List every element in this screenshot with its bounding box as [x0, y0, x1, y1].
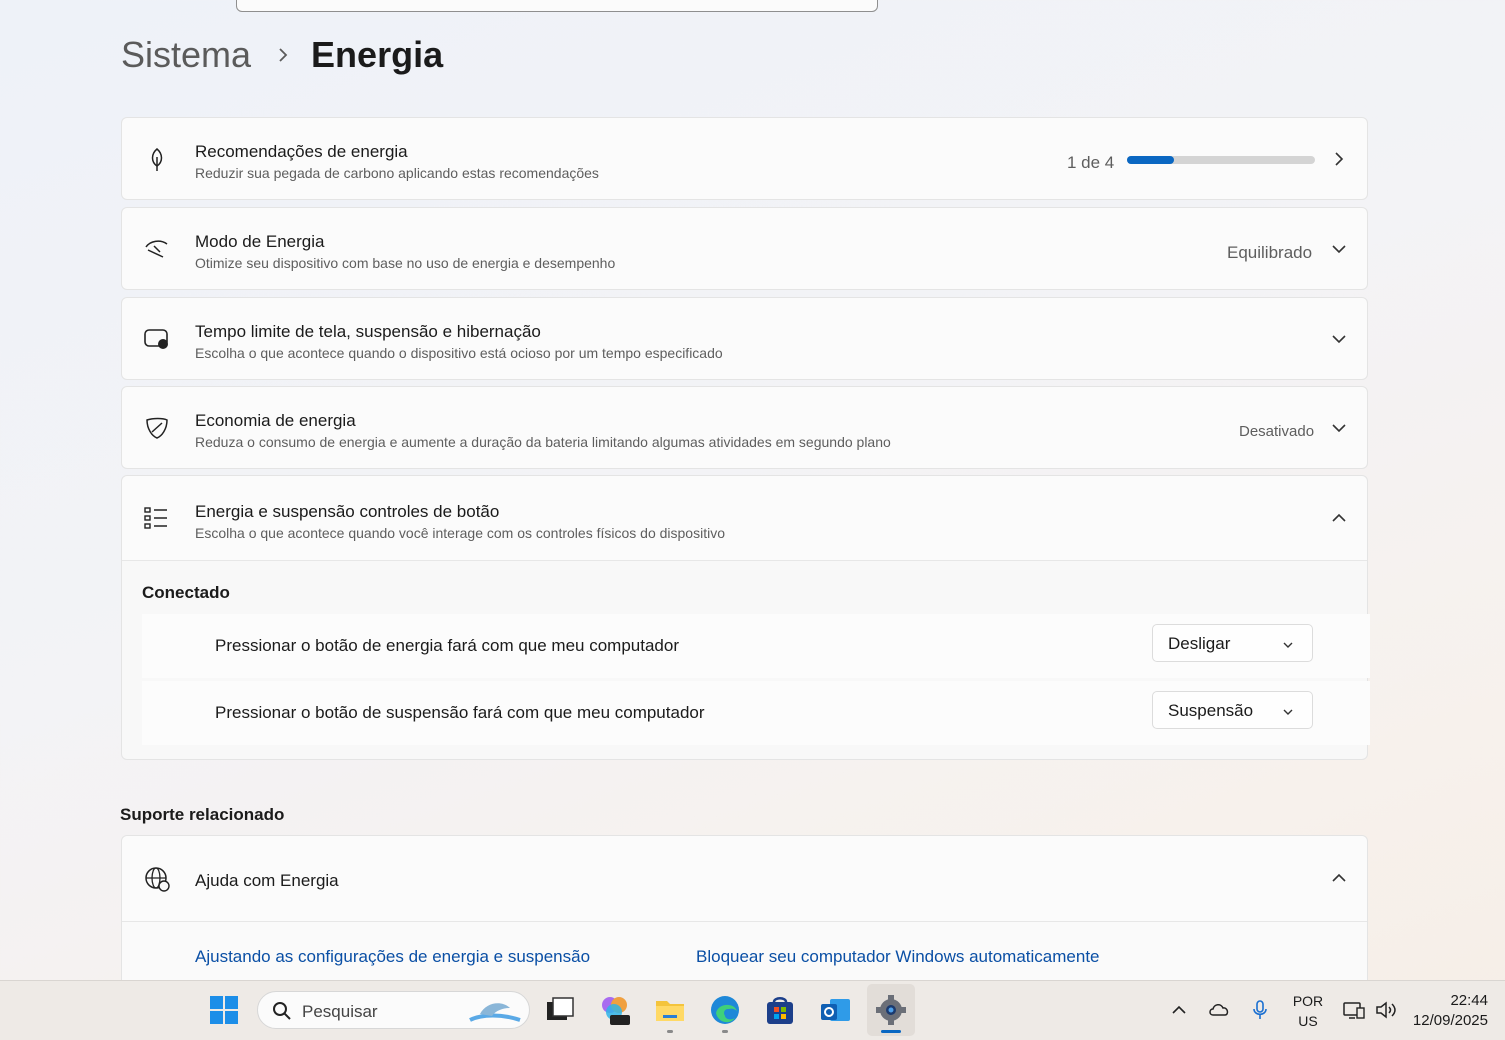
- search-placeholder: Pesquisar: [302, 1002, 378, 1021]
- help-link-power-settings[interactable]: Ajustando as configurações de energia e …: [195, 947, 590, 967]
- outlook-icon[interactable]: [818, 993, 852, 1027]
- chevron-down-icon: [1282, 638, 1294, 650]
- task-view-icon[interactable]: [543, 993, 577, 1027]
- card-subtitle: Reduza o consumo de energia e aumente a …: [195, 434, 891, 450]
- card-subtitle: Escolha o que acontece quando o disposit…: [195, 345, 723, 361]
- taskbar-search[interactable]: Pesquisar: [257, 991, 530, 1029]
- breadcrumb: Sistema Energia: [121, 30, 443, 80]
- progress-label: 1 de 4: [1067, 153, 1115, 172]
- list-icon: [143, 505, 169, 536]
- speedometer-icon: [143, 235, 171, 263]
- chevron-down-icon[interactable]: [1331, 420, 1347, 436]
- globe-help-icon: [143, 865, 171, 898]
- clock-date[interactable]: 12/09/2025: [1405, 1012, 1500, 1029]
- energy-saver-leaf-icon: [143, 414, 171, 442]
- help-header[interactable]: Ajuda com Energia: [122, 836, 1367, 922]
- card-title: Energia e suspensão controles de botão: [195, 502, 500, 521]
- help-link-lock-computer[interactable]: Bloquear seu computador Windows automati…: [696, 947, 1100, 967]
- dropdown-value: Suspensão: [1168, 701, 1254, 720]
- section-label-connected: Conectado: [142, 583, 230, 602]
- power-button-row: Pressionar o botão de energia fará com q…: [142, 614, 1370, 678]
- dolphin-highlight-icon: [466, 996, 522, 1031]
- row-label: Pressionar o botão de suspensão fará com…: [215, 703, 705, 722]
- leaf-icon: [143, 145, 171, 173]
- active-app-indicator: [881, 1030, 901, 1033]
- chevron-right-icon[interactable]: [1331, 151, 1347, 167]
- breadcrumb-parent[interactable]: Sistema: [121, 34, 251, 76]
- windows-start-icon[interactable]: [207, 993, 241, 1027]
- button-controls-panel: Energia e suspensão controles de botão E…: [121, 475, 1370, 760]
- card-title: Modo de Energia: [195, 232, 325, 251]
- language-indicator[interactable]: POR: [1288, 993, 1328, 1009]
- keyboard-layout-indicator[interactable]: US: [1288, 1013, 1328, 1029]
- dropdown-value: Desligar: [1168, 634, 1231, 653]
- settings-gear-icon[interactable]: [874, 993, 908, 1027]
- microsoft-store-icon[interactable]: [763, 993, 797, 1027]
- page-title: Energia: [311, 34, 444, 75]
- running-indicator: [722, 1030, 728, 1033]
- running-indicator: [667, 1030, 673, 1033]
- show-hidden-icons-chevron-icon[interactable]: [1171, 1002, 1187, 1023]
- microphone-icon[interactable]: [1251, 999, 1269, 1026]
- help-title: Ajuda com Energia: [195, 871, 339, 890]
- recommendations-progress-bar: [1127, 156, 1315, 164]
- chevron-down-icon: [1282, 705, 1294, 717]
- m365-copilot-icon[interactable]: [598, 993, 632, 1027]
- power-mode-card[interactable]: Modo de Energia Otimize seu dispositivo …: [121, 207, 1368, 290]
- card-title: Recomendações de energia: [195, 142, 408, 161]
- chevron-down-icon[interactable]: [1331, 331, 1347, 347]
- power-button-dropdown[interactable]: Desligar: [1152, 624, 1313, 662]
- card-subtitle: Otimize seu dispositivo com base no uso …: [195, 255, 616, 271]
- card-subtitle: Escolha o que acontece quando você inter…: [195, 525, 725, 541]
- recommendations-card[interactable]: Recomendações de energia Reduzir sua peg…: [121, 117, 1368, 200]
- sleep-button-row: Pressionar o botão de suspensão fará com…: [142, 681, 1370, 745]
- chevron-up-icon[interactable]: [1331, 870, 1347, 891]
- monitor-sleep-icon: [143, 325, 171, 353]
- search-icon: [272, 1001, 292, 1026]
- screen-timeout-card[interactable]: Tempo limite de tela, suspensão e hibern…: [121, 297, 1368, 380]
- energy-saver-value[interactable]: Desativado: [1239, 423, 1314, 440]
- card-subtitle: Reduzir sua pegada de carbono aplicando …: [195, 165, 599, 181]
- file-explorer-icon[interactable]: [653, 993, 687, 1027]
- sleep-button-dropdown[interactable]: Suspensão: [1152, 691, 1313, 729]
- network-monitor-icon[interactable]: [1342, 999, 1366, 1026]
- edge-browser-icon[interactable]: [708, 993, 742, 1027]
- chevron-up-icon[interactable]: [1331, 510, 1347, 531]
- energy-saver-card[interactable]: Economia de energia Reduza o consumo de …: [121, 386, 1368, 469]
- chevron-right-icon: [277, 47, 289, 63]
- clock-time[interactable]: 22:44: [1410, 992, 1500, 1009]
- chevron-down-icon[interactable]: [1331, 241, 1347, 257]
- onedrive-cloud-icon[interactable]: [1207, 999, 1231, 1024]
- progress-fill: [1127, 156, 1174, 164]
- card-title: Tempo limite de tela, suspensão e hibern…: [195, 322, 541, 341]
- row-label: Pressionar o botão de energia fará com q…: [215, 636, 679, 655]
- card-title: Economia de energia: [195, 411, 356, 430]
- volume-icon[interactable]: [1374, 999, 1398, 1026]
- power-mode-value[interactable]: Equilibrado: [1227, 243, 1312, 263]
- button-controls-header[interactable]: Energia e suspensão controles de botão E…: [122, 476, 1367, 561]
- taskbar: Pesquisar POR US 22:44 12/09/2025: [0, 980, 1505, 1040]
- related-support-title: Suporte relacionado: [120, 805, 285, 824]
- top-search-box[interactable]: [236, 0, 878, 12]
